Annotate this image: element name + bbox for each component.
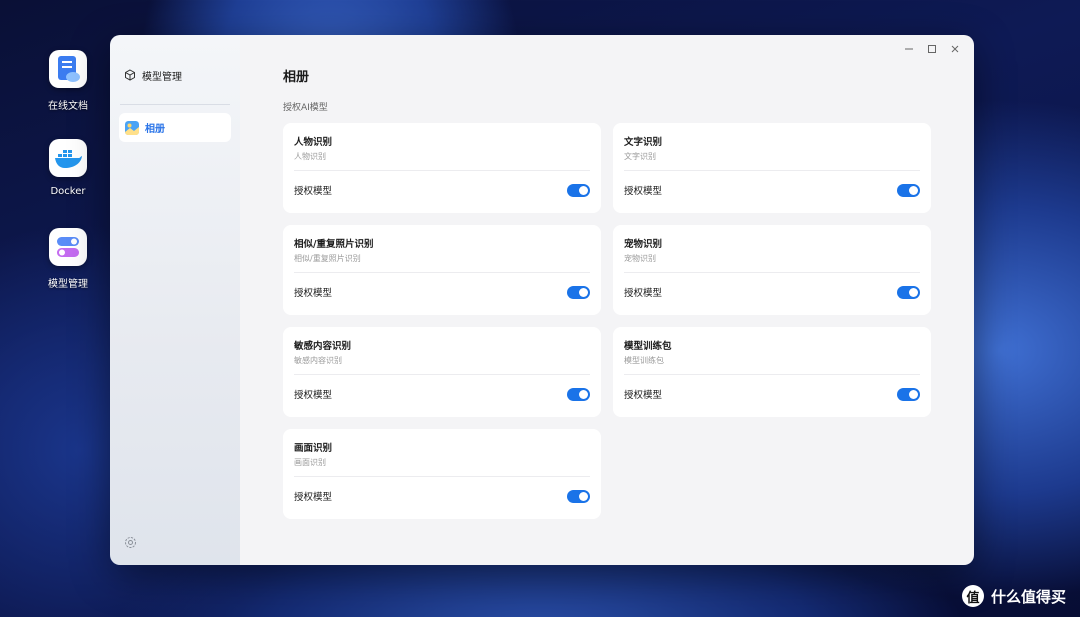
- document-cloud-icon: [49, 50, 87, 88]
- authorize-toggle[interactable]: [897, 285, 920, 299]
- model-card-grid: 人物识别 人物识别 授权模型 文字识别 文字识别 授权模型 相似/重复照片识别: [283, 123, 931, 519]
- card-authorize-row: 授权模型: [294, 489, 590, 503]
- watermark: 值 什么值得买: [961, 585, 1066, 607]
- authorize-toggle[interactable]: [567, 285, 590, 299]
- card-subtitle: 画面识别: [294, 458, 326, 467]
- authorize-toggle[interactable]: [897, 183, 920, 197]
- model-card-text: 文字识别 文字识别 授权模型: [613, 123, 931, 213]
- page-title: 相册: [283, 70, 310, 85]
- card-authorize-row: 授权模型: [624, 387, 920, 401]
- photo-album-icon: [125, 120, 139, 135]
- sidebar-item-album[interactable]: 相册: [119, 113, 231, 142]
- card-divider: [294, 272, 590, 273]
- sidebar-header: 模型管理: [110, 60, 240, 90]
- card-authorize-row: 授权模型: [624, 183, 920, 197]
- card-title: 相似/重复照片识别: [294, 239, 374, 250]
- cube-icon: [125, 69, 135, 81]
- card-divider: [624, 272, 920, 273]
- docker-whale-icon: [49, 139, 87, 177]
- desktop-icon-label: 模型管理: [48, 279, 88, 290]
- app-window: 模型管理 相册 相册 授权AI模型 人物识别 人物识别 授权模型 文字识别 文字…: [110, 35, 974, 565]
- desktop-icon-label: Docker: [50, 186, 86, 197]
- sidebar-header-label: 模型管理: [142, 71, 182, 83]
- card-title: 模型训练包: [624, 341, 672, 352]
- card-authorize-row: 授权模型: [294, 285, 590, 299]
- minimize-icon[interactable]: [904, 44, 914, 54]
- section-label: 授权AI模型: [283, 103, 328, 113]
- card-authorize-row: 授权模型: [294, 183, 590, 197]
- sidebar: 模型管理 相册: [110, 35, 240, 565]
- desktop-icon-docker[interactable]: Docker: [40, 139, 96, 197]
- sidebar-item-label: 相册: [145, 124, 165, 135]
- authorize-label: 授权模型: [294, 186, 333, 197]
- maximize-icon[interactable]: [927, 44, 937, 54]
- card-subtitle: 敏感内容识别: [294, 356, 342, 365]
- card-divider: [624, 374, 920, 375]
- authorize-label: 授权模型: [294, 288, 333, 299]
- model-card-pet: 宠物识别 宠物识别 授权模型: [613, 225, 931, 315]
- model-card-scene: 画面识别 画面识别 授权模型: [283, 429, 601, 519]
- card-divider: [294, 374, 590, 375]
- authorize-toggle[interactable]: [897, 387, 920, 401]
- card-subtitle: 人物识别: [294, 152, 326, 161]
- authorize-toggle[interactable]: [567, 183, 590, 197]
- watermark-text: 什么值得买: [990, 587, 1066, 606]
- card-subtitle: 相似/重复照片识别: [294, 254, 361, 263]
- authorize-label: 授权模型: [624, 186, 663, 197]
- toggle-switches-icon: [49, 228, 87, 266]
- model-card-similar-photo: 相似/重复照片识别 相似/重复照片识别 授权模型: [283, 225, 601, 315]
- card-authorize-row: 授权模型: [624, 285, 920, 299]
- authorize-label: 授权模型: [294, 492, 333, 503]
- desktop-icon-model-manager[interactable]: 模型管理: [40, 228, 96, 290]
- card-divider: [294, 170, 590, 171]
- card-subtitle: 宠物识别: [624, 254, 656, 263]
- main-panel: 相册 授权AI模型 人物识别 人物识别 授权模型 文字识别 文字识别 授权模型: [240, 35, 974, 565]
- card-subtitle: 文字识别: [624, 152, 656, 161]
- authorize-label: 授权模型: [294, 390, 333, 401]
- card-subtitle: 模型训练包: [624, 356, 664, 365]
- gear-icon: [125, 537, 136, 548]
- authorize-toggle[interactable]: [567, 387, 590, 401]
- card-title: 宠物识别: [624, 239, 663, 250]
- model-card-training-pack: 模型训练包 模型训练包 授权模型: [613, 327, 931, 417]
- desktop-icon-label: 在线文档: [48, 101, 88, 112]
- card-title: 画面识别: [294, 443, 333, 454]
- close-icon[interactable]: [950, 44, 960, 54]
- card-authorize-row: 授权模型: [294, 387, 590, 401]
- settings-button[interactable]: [124, 534, 137, 553]
- authorize-label: 授权模型: [624, 390, 663, 401]
- desktop-icon-online-docs[interactable]: 在线文档: [40, 50, 96, 112]
- card-divider: [294, 476, 590, 477]
- sidebar-divider: [120, 104, 230, 105]
- authorize-label: 授权模型: [624, 288, 663, 299]
- window-controls: [904, 44, 960, 54]
- watermark-badge: 值: [961, 585, 984, 607]
- model-card-person: 人物识别 人物识别 授权模型: [283, 123, 601, 213]
- card-title: 人物识别: [294, 137, 333, 148]
- card-title: 文字识别: [624, 137, 663, 148]
- card-title: 敏感内容识别: [294, 341, 352, 352]
- card-divider: [624, 170, 920, 171]
- model-card-sensitive-content: 敏感内容识别 敏感内容识别 授权模型: [283, 327, 601, 417]
- authorize-toggle[interactable]: [567, 489, 590, 503]
